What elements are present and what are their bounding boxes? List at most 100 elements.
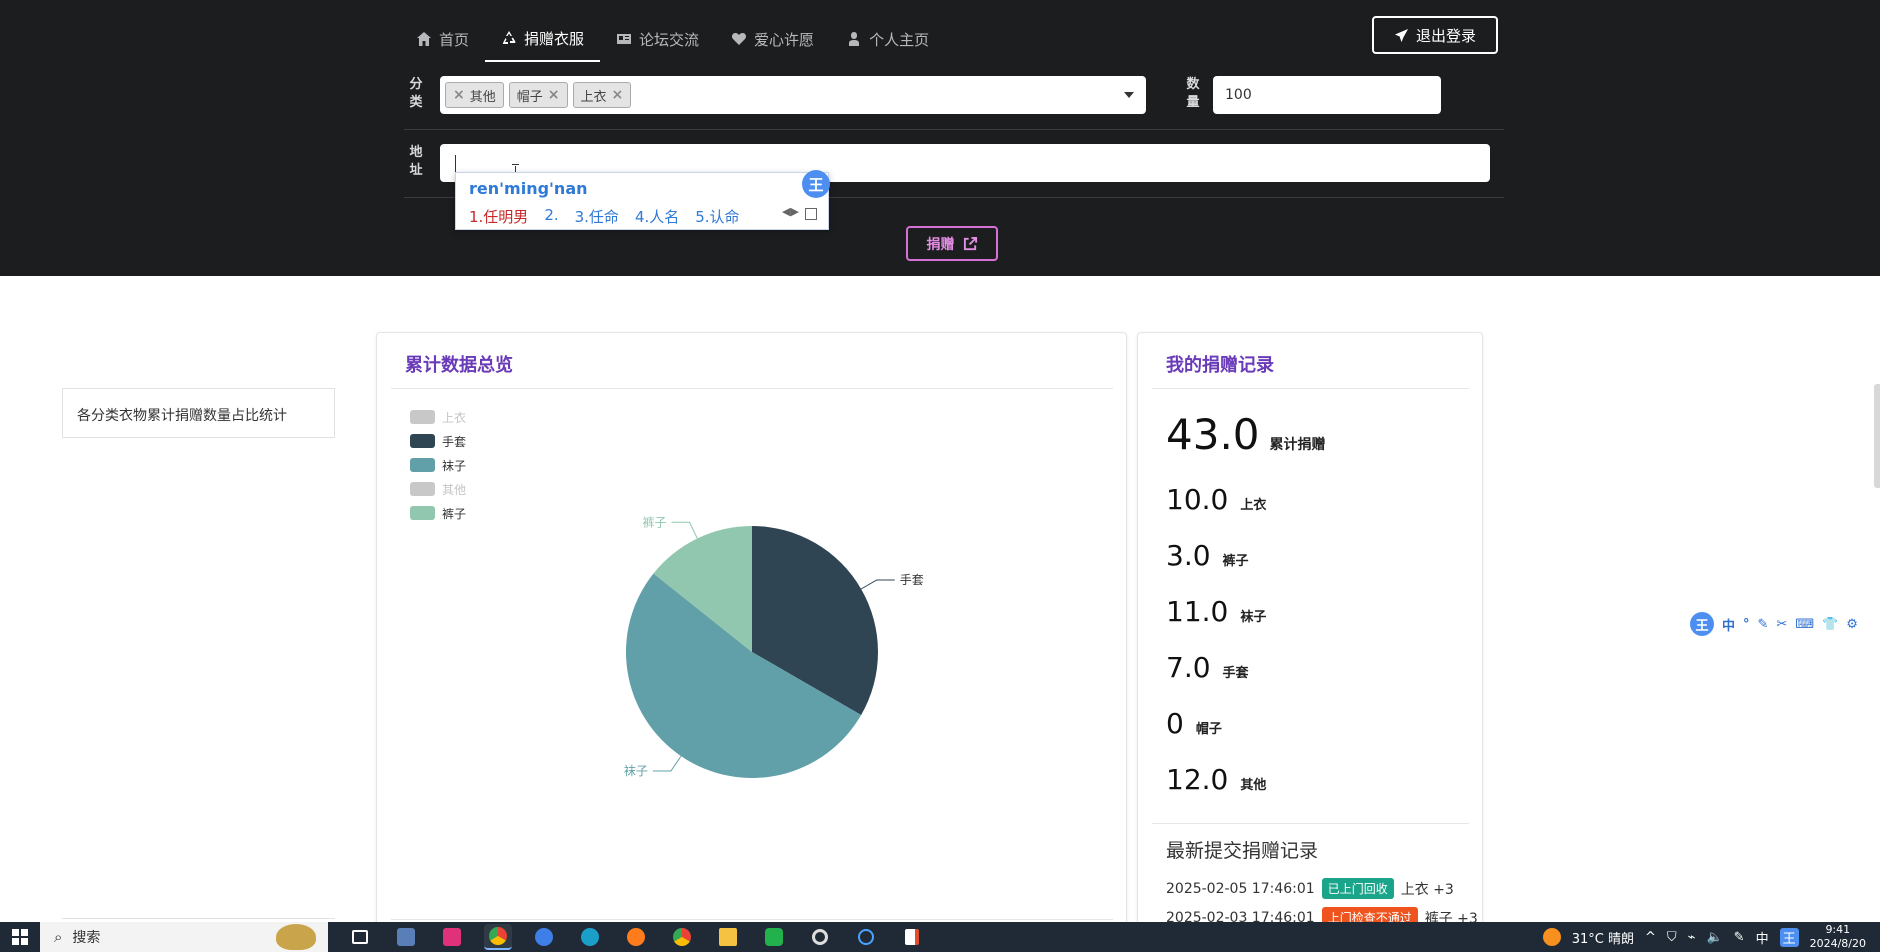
taskbar-search[interactable]: ⌕ 搜索 xyxy=(40,922,328,952)
card-divider xyxy=(1152,388,1469,389)
home-icon xyxy=(417,32,431,46)
stat-label: 其他 xyxy=(1240,778,1267,793)
legend-swatch xyxy=(410,434,435,448)
input-language[interactable]: 中 xyxy=(1756,928,1769,947)
nav-item-home[interactable]: 首页 xyxy=(400,16,485,62)
legend-item[interactable]: 上衣 xyxy=(410,405,466,429)
remove-tag-icon[interactable]: × xyxy=(612,87,624,103)
pie-label-line xyxy=(671,521,698,539)
edge-icon[interactable] xyxy=(576,924,604,950)
legend-item[interactable]: 裤子 xyxy=(410,501,466,525)
ime-handwrite-icon[interactable]: ✎ xyxy=(1758,617,1769,632)
firefox-icon[interactable] xyxy=(622,924,650,950)
text-cursor xyxy=(455,155,456,173)
chevron-down-icon[interactable] xyxy=(1124,92,1134,98)
card-divider xyxy=(391,919,1113,920)
settings-icon[interactable] xyxy=(806,924,834,950)
taskbar-search-label: 搜索 xyxy=(72,930,101,946)
ime-settings-icon[interactable]: ⚙ xyxy=(1846,617,1858,632)
card-divider xyxy=(391,388,1113,389)
network-icon[interactable]: ⌁ xyxy=(1688,930,1696,945)
remove-tag-icon[interactable]: × xyxy=(453,87,465,103)
quantity-input[interactable] xyxy=(1213,76,1441,114)
donate-submit-button[interactable]: 捐赠 xyxy=(906,226,998,261)
legend-item[interactable]: 袜子 xyxy=(410,453,466,477)
stat-label: 裤子 xyxy=(1222,554,1249,569)
ime-candidate[interactable]: 3.任命 xyxy=(575,206,619,227)
volume-icon[interactable]: 🔈 xyxy=(1706,930,1722,945)
remove-tag-icon[interactable]: × xyxy=(548,87,560,103)
page-scrollbar[interactable] xyxy=(1874,384,1880,488)
ime-tray-icon[interactable]: 王 xyxy=(1779,927,1799,947)
ime-skin-icon[interactable]: 👕 xyxy=(1822,617,1838,632)
nav-item-forum[interactable]: 论坛交流 xyxy=(600,16,715,62)
ime-candidate[interactable]: 1.任明男 xyxy=(469,206,528,227)
ime-candidate-popup: ren'ming'nan 1.任明男 2. 3.任命 4.人名 5.认命 xyxy=(455,172,829,230)
ime-candidate[interactable]: 2. xyxy=(544,206,558,227)
total-donation-value: 43.0 xyxy=(1166,410,1260,459)
app-icon[interactable] xyxy=(852,924,880,950)
security-icon[interactable]: ⛉ xyxy=(1667,930,1677,945)
category-tag[interactable]: 帽子 × xyxy=(508,82,568,108)
legend-label: 袜子 xyxy=(442,458,467,473)
ime-keyboard-icon[interactable]: ⌨ xyxy=(1795,617,1814,632)
category-tag[interactable]: 上衣 × xyxy=(572,82,632,108)
nav-item-label: 捐赠衣服 xyxy=(524,29,585,48)
record-item: 上衣 +3 xyxy=(1400,881,1454,898)
ide-icon[interactable] xyxy=(438,924,466,950)
system-tray: 31°C 晴朗 ^ ⛉ ⌁ 🔈 ✎ 中 王 9:41 2024/8/20 xyxy=(1542,922,1880,952)
legend-label: 其他 xyxy=(442,482,467,497)
side-menu-item-category-stats[interactable]: 各分类衣物累计捐赠数量占比统计 xyxy=(62,388,335,438)
weather-text[interactable]: 31°C 晴朗 xyxy=(1572,928,1634,947)
app-icon[interactable] xyxy=(898,924,926,950)
start-button[interactable] xyxy=(0,922,40,952)
legend-swatch xyxy=(410,458,435,472)
pen-icon[interactable]: ✎ xyxy=(1734,930,1745,945)
records-title: 我的捐赠记录 xyxy=(1166,355,1274,376)
logout-button[interactable]: 退出登录 xyxy=(1372,16,1498,54)
browser-icon[interactable] xyxy=(530,924,558,950)
chrome-icon[interactable] xyxy=(484,924,512,950)
tray-expand-icon[interactable]: ^ xyxy=(1645,930,1656,945)
legend-item[interactable]: 其他 xyxy=(410,477,466,501)
nav-item-label: 爱心许愿 xyxy=(754,30,815,49)
quantity-label: 数量 xyxy=(1186,77,1200,110)
clock-date: 2024/8/20 xyxy=(1809,937,1866,950)
ime-punct-icon[interactable]: ° xyxy=(1743,617,1750,632)
nav-item-donate-clothes[interactable]: 捐赠衣服 xyxy=(485,16,601,62)
record-row: 2025-02-05 17:46:01 已上门回收 上衣 +3 xyxy=(1166,878,1454,899)
total-donation-label: 累计捐赠 xyxy=(1269,437,1326,453)
ime-candidate[interactable]: 4.人名 xyxy=(635,206,679,227)
clock[interactable]: 9:41 2024/8/20 xyxy=(1810,923,1866,951)
chrome-icon[interactable] xyxy=(668,924,696,950)
nav-item-label: 首页 xyxy=(439,30,470,49)
latest-records-title: 最新提交捐赠记录 xyxy=(1166,840,1319,862)
user-icon xyxy=(849,32,860,46)
pie-label-line xyxy=(860,579,895,590)
category-select[interactable]: × 其他 帽子 × 上衣 × xyxy=(440,76,1146,114)
stat-value: 0 xyxy=(1166,707,1184,740)
legend-swatch xyxy=(410,506,435,520)
file-explorer-icon[interactable] xyxy=(714,924,742,950)
heart-icon xyxy=(732,33,747,45)
legend-label: 裤子 xyxy=(442,506,467,521)
task-view-icon[interactable] xyxy=(346,924,374,950)
app-icon[interactable] xyxy=(392,924,420,950)
ime-candidate[interactable]: 5.认命 xyxy=(695,206,739,227)
nav-item-profile[interactable]: 个人主页 xyxy=(830,16,945,62)
ime-pinyin: ren'ming'nan xyxy=(469,179,588,198)
stat-value: 10.0 xyxy=(1166,483,1229,516)
status-badge: 已上门回收 xyxy=(1321,878,1394,899)
nav-item-wish[interactable]: 爱心许愿 xyxy=(715,16,830,62)
form-divider xyxy=(404,129,1504,130)
wechat-icon[interactable] xyxy=(760,924,788,950)
ime-mode-button[interactable]: 中 xyxy=(1722,615,1735,634)
ime-scissors-icon[interactable]: ✂ xyxy=(1776,617,1787,632)
windows-logo-icon xyxy=(12,929,28,945)
ime-expand-icon[interactable] xyxy=(805,208,817,220)
ime-page-arrows-icon[interactable]: ◀▶ xyxy=(782,205,799,218)
legend-item[interactable]: 手套 xyxy=(410,429,466,453)
record-time: 2025-02-05 17:46:01 xyxy=(1166,880,1315,897)
ime-logo-icon[interactable]: 王 xyxy=(1690,612,1714,636)
category-tag[interactable]: × 其他 xyxy=(445,82,504,108)
